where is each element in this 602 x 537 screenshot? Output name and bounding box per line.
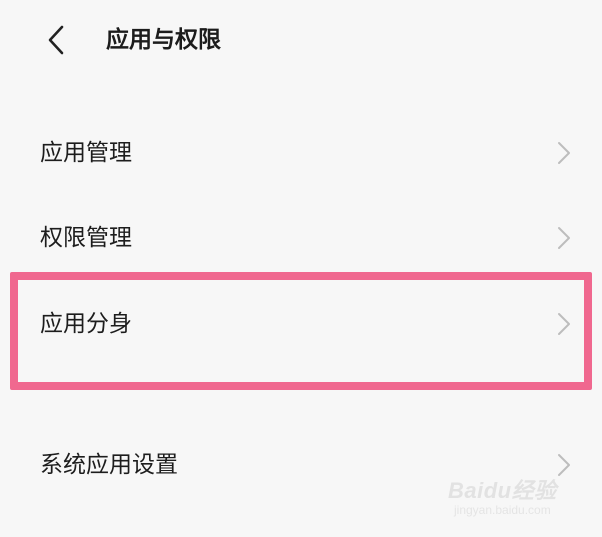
chevron-right-icon	[558, 227, 570, 249]
watermark-brand: Baidu经验	[448, 478, 557, 503]
chevron-left-icon	[48, 25, 64, 55]
top-bar: 应用与权限	[0, 0, 602, 80]
menu-item-label: 应用管理	[40, 140, 132, 166]
app-permissions-screen: 应用与权限 应用管理 权限管理 应用分身 系统应用设置 Baidu经验 jing…	[0, 0, 602, 537]
menu-item-label: 系统应用设置	[40, 452, 178, 478]
page-title: 应用与权限	[106, 27, 221, 53]
menu-item-label: 应用分身	[40, 311, 132, 337]
menu-item-app-management[interactable]: 应用管理	[0, 118, 602, 188]
menu-item-permission-management[interactable]: 权限管理	[0, 203, 602, 273]
back-button[interactable]	[36, 20, 76, 60]
chevron-right-icon	[558, 142, 570, 164]
baidu-jingyan-watermark: Baidu经验 jingyan.baidu.com	[448, 467, 568, 523]
watermark-url: jingyan.baidu.com	[454, 503, 551, 517]
menu-item-label: 权限管理	[40, 225, 132, 251]
menu-item-app-clone[interactable]: 应用分身	[0, 289, 602, 359]
chevron-right-icon	[558, 313, 570, 335]
